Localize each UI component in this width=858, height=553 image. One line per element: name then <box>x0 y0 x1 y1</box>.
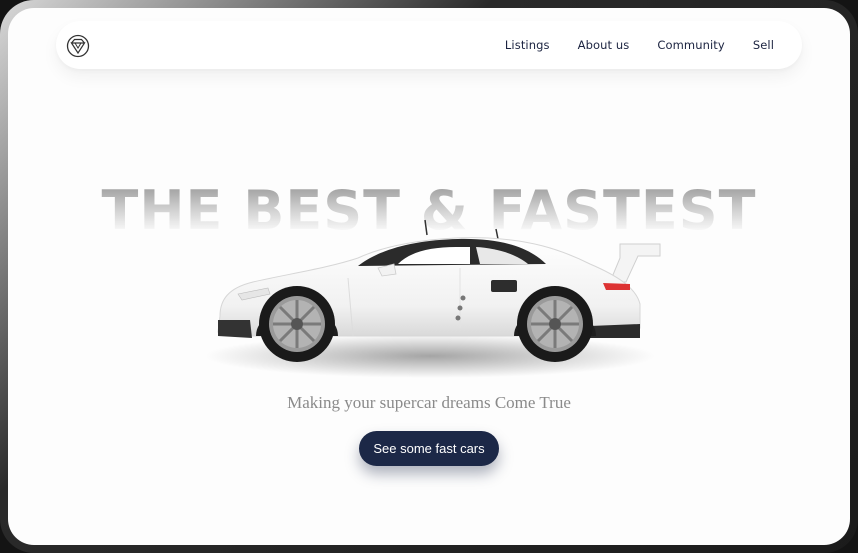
navbar: Listings About us Community Sell <box>56 21 802 69</box>
hero-tagline: Making your supercar dreams Come True <box>287 393 571 412</box>
see-fast-cars-button[interactable]: See some fast cars <box>359 431 499 466</box>
nav-link-sell[interactable]: Sell <box>753 38 774 52</box>
nav-links: Listings About us Community Sell <box>505 21 774 69</box>
nav-link-listings[interactable]: Listings <box>505 38 550 52</box>
hero-car-image <box>205 219 661 378</box>
logo-icon[interactable] <box>66 34 90 58</box>
nav-link-about-us[interactable]: About us <box>578 38 630 52</box>
nav-link-community[interactable]: Community <box>657 38 724 52</box>
device-frame: Listings About us Community Sell THE BES… <box>0 0 858 553</box>
screen: Listings About us Community Sell THE BES… <box>8 8 850 545</box>
